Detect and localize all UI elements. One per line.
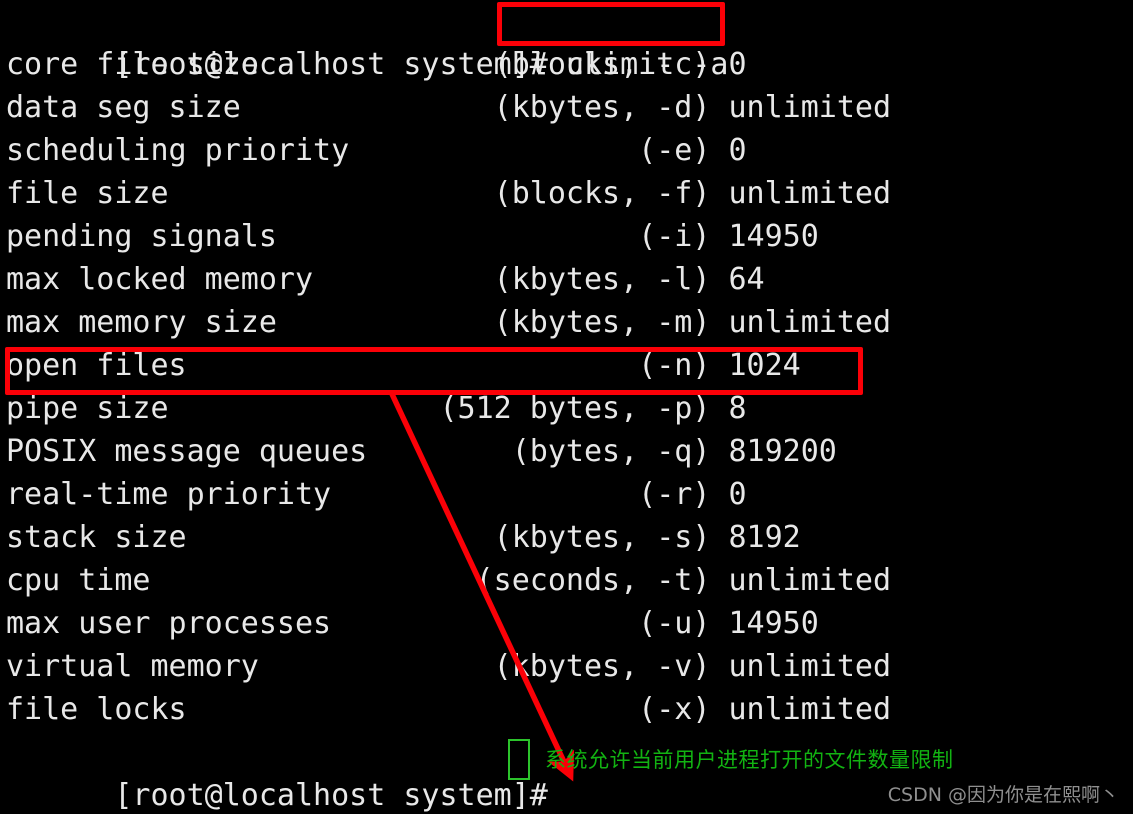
ulimit-row-units: (-n) (403, 348, 711, 383)
ulimit-row-label: max locked memory (6, 262, 404, 297)
ulimit-row: max user processes (-u) 14950 (0, 602, 1133, 645)
ulimit-row: max locked memory (kbytes, -l) 64 (0, 258, 1133, 301)
ulimit-row: data seg size (kbytes, -d) unlimited (0, 86, 1133, 129)
ulimit-row-units: (kbytes, -m) (403, 305, 711, 340)
ulimit-row-label: file locks (6, 692, 404, 727)
ulimit-row-units: (-i) (403, 219, 711, 254)
ulimit-row-units: (-u) (403, 606, 711, 641)
terminal-command-line: [root@localhost system]# ulimit -a (0, 0, 1133, 82)
ulimit-row-label: pipe size (6, 391, 404, 426)
ulimit-row-units: (kbytes, -v) (403, 649, 711, 684)
ulimit-row: real-time priority (-r) 0 (0, 473, 1133, 516)
ulimit-row: scheduling priority (-e) 0 (0, 129, 1133, 172)
ulimit-row-label: data seg size (6, 90, 404, 125)
ulimit-row-units: (kbytes, -l) (403, 262, 711, 297)
ulimit-row-value: unlimited (710, 90, 892, 125)
ulimit-row: virtual memory (kbytes, -v) unlimited (0, 645, 1133, 688)
ulimit-row-units: (-x) (403, 692, 711, 727)
ulimit-row: pending signals (-i) 14950 (0, 215, 1133, 258)
ulimit-row-value: 819200 (710, 434, 837, 469)
ulimit-row-label: POSIX message queues (6, 434, 404, 469)
ulimit-row-units: (-r) (403, 477, 711, 512)
ulimit-row: file locks (-x) unlimited (0, 688, 1133, 731)
ulimit-row-value: unlimited (710, 176, 892, 211)
ulimit-row-value: unlimited (710, 649, 892, 684)
ulimit-row-value: unlimited (710, 692, 892, 727)
ulimit-row: max memory size (kbytes, -m) unlimited (0, 301, 1133, 344)
ulimit-row-value: 1024 (710, 348, 801, 383)
ulimit-row-units: (-e) (403, 133, 711, 168)
ulimit-row-value: 0 (710, 47, 747, 82)
terminal-output[interactable]: [root@localhost system]# ulimit -a core … (0, 0, 1133, 813)
annotation-note-text: 系统允许当前用户进程打开的文件数量限制 (545, 748, 954, 772)
ulimit-row: open files (-n) 1024 (0, 344, 1133, 387)
ulimit-row-value: unlimited (710, 305, 892, 340)
ulimit-row: core file size (blocks, -c) 0 (0, 43, 1133, 86)
ulimit-row-label: real-time priority (6, 477, 404, 512)
ulimit-row-units: (512 bytes, -p) (403, 391, 711, 426)
ulimit-row-value: unlimited (710, 563, 892, 598)
ulimit-row-value: 64 (710, 262, 765, 297)
ulimit-row-units: (blocks, -f) (403, 176, 711, 211)
ulimit-row-label: open files (6, 348, 404, 383)
ulimit-row-value: 0 (710, 477, 747, 512)
ulimit-output-rows: core file size (blocks, -c) 0 data seg si… (0, 43, 1133, 731)
terminal-cursor (508, 739, 530, 780)
ulimit-row: stack size (kbytes, -s) 8192 (0, 516, 1133, 559)
ulimit-row-label: pending signals (6, 219, 404, 254)
ulimit-row-label: core file size (6, 47, 404, 82)
ulimit-row-label: scheduling priority (6, 133, 404, 168)
ulimit-row-units: (seconds, -t) (403, 563, 711, 598)
ulimit-row-value: 14950 (710, 219, 819, 254)
ulimit-row-units: (blocks, -c) (403, 47, 711, 82)
ulimit-row: file size (blocks, -f) unlimited (0, 172, 1133, 215)
ulimit-row-value: 0 (710, 133, 747, 168)
ulimit-row-label: stack size (6, 520, 404, 555)
ulimit-row: pipe size (512 bytes, -p) 8 (0, 387, 1133, 430)
ulimit-row-value: 8 (710, 391, 747, 426)
ulimit-row-units: (kbytes, -s) (403, 520, 711, 555)
terminal-window: [root@localhost system]# ulimit -a core … (0, 0, 1133, 814)
ulimit-row-value: 8192 (710, 520, 801, 555)
shell-prompt-bottom: [root@localhost system]# (114, 778, 566, 813)
ulimit-row-units: (kbytes, -d) (403, 90, 711, 125)
ulimit-row-value: 14950 (710, 606, 819, 641)
ulimit-row: cpu time (seconds, -t) unlimited (0, 559, 1133, 602)
ulimit-row-units: (bytes, -q) (403, 434, 711, 469)
ulimit-row-label: max memory size (6, 305, 404, 340)
ulimit-row-label: virtual memory (6, 649, 404, 684)
ulimit-row-label: max user processes (6, 606, 404, 641)
csdn-watermark: CSDN @因为你是在熙啊丶 (887, 784, 1119, 806)
ulimit-row: POSIX message queues (bytes, -q) 819200 (0, 430, 1133, 473)
ulimit-row-label: cpu time (6, 563, 404, 598)
ulimit-row-label: file size (6, 176, 404, 211)
